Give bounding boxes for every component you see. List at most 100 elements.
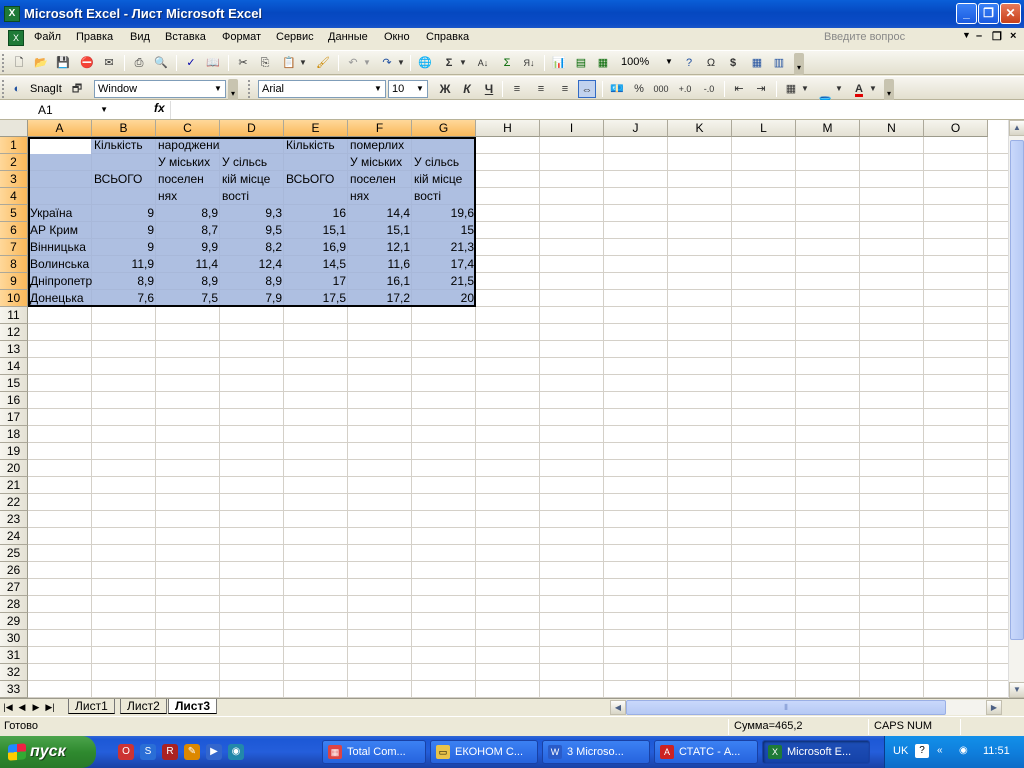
cell-c5[interactable]: 8,9 [156,205,220,222]
workbook-icon[interactable]: X [8,30,24,46]
row-header-29[interactable]: 29 [0,613,28,630]
task-excel[interactable]: X Microsoft E... [762,740,870,764]
cell-f10[interactable]: 17,2 [348,290,412,307]
last-sheet-button[interactable]: ▶| [44,700,56,714]
language-indicator[interactable]: UK [893,745,908,757]
column-header-e[interactable]: E [284,120,348,137]
cell-g7[interactable]: 21,3 [412,239,476,256]
row-header-6[interactable]: 6 [0,222,28,239]
menu-window[interactable]: Окно [384,31,410,43]
cell-f1[interactable]: померлих [348,137,412,154]
start-button[interactable]: пуск [0,736,96,768]
row-header-18[interactable]: 18 [0,426,28,443]
row-header-16[interactable]: 16 [0,392,28,409]
column-header-k[interactable]: K [668,120,732,137]
worksheet-grid[interactable]: ABCDEFGHIJKLMNO 1 2 3 4 5 6 7 8 9 10 11 12 13 14 15 16 1… [0,120,1008,698]
select-all-button[interactable] [0,120,28,137]
open-icon[interactable]: 📂 [32,54,50,72]
cell-d8[interactable]: 12,4 [220,256,284,273]
column-header-n[interactable]: N [860,120,924,137]
underline-button[interactable]: Ч [480,80,498,98]
sheet-tab-1[interactable]: Лист1 [68,699,115,714]
cell-g8[interactable]: 17,4 [412,256,476,273]
toolbar-grip[interactable] [2,80,5,98]
row-header-31[interactable]: 31 [0,647,28,664]
chevron-down-icon[interactable]: ▼ [362,54,372,72]
ask-question-input[interactable]: Введите вопрос [824,31,905,43]
skype-icon[interactable]: S [140,744,156,760]
row-header-20[interactable]: 20 [0,460,28,477]
cell-f6[interactable]: 15,1 [348,222,412,239]
column-header-h[interactable]: H [476,120,540,137]
row-header-7[interactable]: 7 [0,239,28,256]
name-box[interactable]: A1 ▼ [2,101,112,119]
cell-c1[interactable]: народжених [156,137,220,154]
zoom-select[interactable]: 100% ▼ [618,54,676,72]
chevron-down-icon[interactable]: ▼ [868,80,878,98]
doc-close-button[interactable]: × [1010,30,1016,42]
print-preview-icon[interactable]: 🔍 [152,54,170,72]
toolbar-options-icon[interactable]: ▾ [228,79,238,101]
cell-a6[interactable]: АР Крим [28,222,92,239]
horizontal-scrollbar[interactable]: ◀ ⦀ ▶ [610,700,1002,715]
task-folder[interactable]: ▭ ЕКОНОМ С... [430,740,538,764]
cell-f2[interactable]: У міських [348,154,412,171]
font-name-select[interactable]: Arial ▼ [258,80,386,98]
column-header-o[interactable]: O [924,120,988,137]
row-header-11[interactable]: 11 [0,307,28,324]
column-header-c[interactable]: C [156,120,220,137]
tray-expand-icon[interactable]: « [937,745,943,756]
row-header-24[interactable]: 24 [0,528,28,545]
permission-icon[interactable]: ⛔ [78,54,96,72]
desktop-icon[interactable]: ◉ [228,744,244,760]
cell-d4[interactable]: вості [220,188,284,205]
cell-c7[interactable]: 9,9 [156,239,220,256]
chevron-down-icon[interactable]: ▼ [962,30,971,40]
row-header-10[interactable]: 10 [0,290,28,307]
chevron-down-icon[interactable]: ▼ [396,54,406,72]
row-header-33[interactable]: 33 [0,681,28,698]
cell-b10[interactable]: 7,6 [92,290,156,307]
grid-icon[interactable]: ▥ [770,54,788,72]
column-header-l[interactable]: L [732,120,796,137]
menu-insert[interactable]: Вставка [165,31,206,43]
increase-indent-icon[interactable]: ⇥ [752,80,770,98]
increase-decimal-icon[interactable]: +.0 [676,80,694,98]
doc-minimize-button[interactable]: – [976,30,982,42]
chevron-down-icon[interactable]: ▼ [458,54,468,72]
snagit-label[interactable]: SnagIt [30,83,62,95]
menu-file[interactable]: Файл [34,31,61,43]
cell-g10[interactable]: 20 [412,290,476,307]
email-icon[interactable]: ✉ [100,54,118,72]
help-icon[interactable]: ? [915,744,929,758]
row-header-17[interactable]: 17 [0,409,28,426]
cell-f3[interactable]: поселен [348,171,412,188]
excel-icon[interactable]: X [4,6,20,22]
fill-color-icon[interactable]: 🪣 [816,80,834,109]
cell-b9[interactable]: 8,9 [92,273,156,290]
omega-icon[interactable]: Ω [702,54,720,72]
sheet-tab-3[interactable]: Лист3 [168,699,218,714]
task-word[interactable]: W 3 Microso... [542,740,650,764]
task-total-commander[interactable]: ▦ Total Com... [322,740,426,764]
column-header-d[interactable]: D [220,120,284,137]
cell-c10[interactable]: 7,5 [156,290,220,307]
cell-d3[interactable]: кій місце [220,171,284,188]
chevron-down-icon[interactable]: ▼ [800,80,810,98]
cell-e6[interactable]: 15,1 [284,222,348,239]
cell-a5[interactable]: Україна [28,205,92,222]
media-player-icon[interactable]: ▶ [206,744,222,760]
spelling-icon[interactable]: ✓ [182,54,200,72]
cell-b8[interactable]: 11,9 [92,256,156,273]
task-acrobat[interactable]: A СТАТС - А... [654,740,758,764]
prev-sheet-button[interactable]: ◀ [16,700,28,714]
print-icon[interactable]: ⎙ [130,54,148,72]
paste-icon[interactable]: 📋 [280,54,298,72]
first-sheet-button[interactable]: |◀ [2,700,14,714]
row-header-5[interactable]: 5 [0,205,28,222]
row-header-32[interactable]: 32 [0,664,28,681]
format-painter-icon[interactable]: 🖌 [314,54,332,72]
cell-e3[interactable]: ВСЬОГО [284,171,348,188]
new-icon[interactable]: 🗋 [10,54,28,72]
cell-f5[interactable]: 14,4 [348,205,412,222]
